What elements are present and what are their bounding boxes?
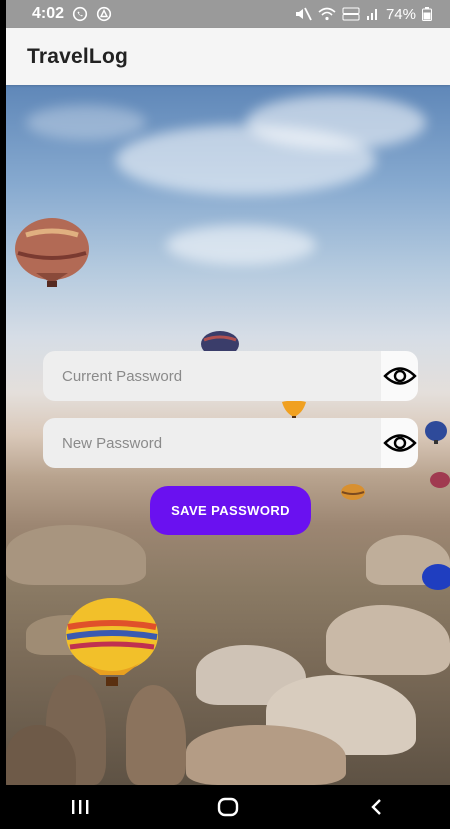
status-right: 74% — [294, 6, 432, 23]
mute-icon — [294, 7, 312, 21]
hot-air-balloon — [282, 401, 306, 419]
status-left: 4:02 — [6, 5, 112, 23]
eye-icon[interactable] — [381, 351, 418, 401]
current-password-input[interactable] — [43, 351, 381, 401]
rock-formation — [326, 605, 450, 675]
wifi-icon — [318, 7, 336, 21]
hot-air-balloon — [66, 598, 158, 686]
hot-air-balloon — [422, 564, 450, 590]
hot-air-balloon — [430, 472, 450, 488]
cloud — [26, 105, 146, 140]
status-bar: 4:02 74% — [6, 0, 450, 28]
volte-icon — [342, 7, 360, 21]
new-password-field — [43, 418, 418, 468]
app-title: TravelLog — [27, 44, 128, 68]
battery-percent: 74% — [385, 5, 416, 23]
rock-formation — [6, 525, 146, 585]
recent-apps-icon[interactable] — [50, 785, 110, 829]
cloud — [246, 95, 426, 150]
save-password-button[interactable]: SAVE PASSWORD — [150, 486, 311, 535]
navigation-bar — [6, 785, 450, 829]
back-icon[interactable] — [346, 785, 406, 829]
hot-air-balloon — [341, 484, 365, 500]
battery-icon — [422, 7, 432, 21]
whatsapp-icon — [72, 6, 88, 22]
cloud — [166, 225, 316, 265]
notification-icon — [96, 6, 112, 22]
eye-icon[interactable] — [381, 418, 418, 468]
status-time: 4:02 — [32, 5, 65, 22]
current-password-field — [43, 351, 418, 401]
new-password-input[interactable] — [43, 418, 381, 468]
signal-icon — [366, 7, 380, 21]
app-bar: TravelLog — [6, 28, 450, 85]
hot-air-balloon — [15, 218, 89, 287]
home-icon[interactable] — [198, 785, 258, 829]
hot-air-balloon — [425, 421, 447, 444]
rock-formation — [126, 685, 186, 785]
hot-air-balloon — [201, 331, 239, 352]
